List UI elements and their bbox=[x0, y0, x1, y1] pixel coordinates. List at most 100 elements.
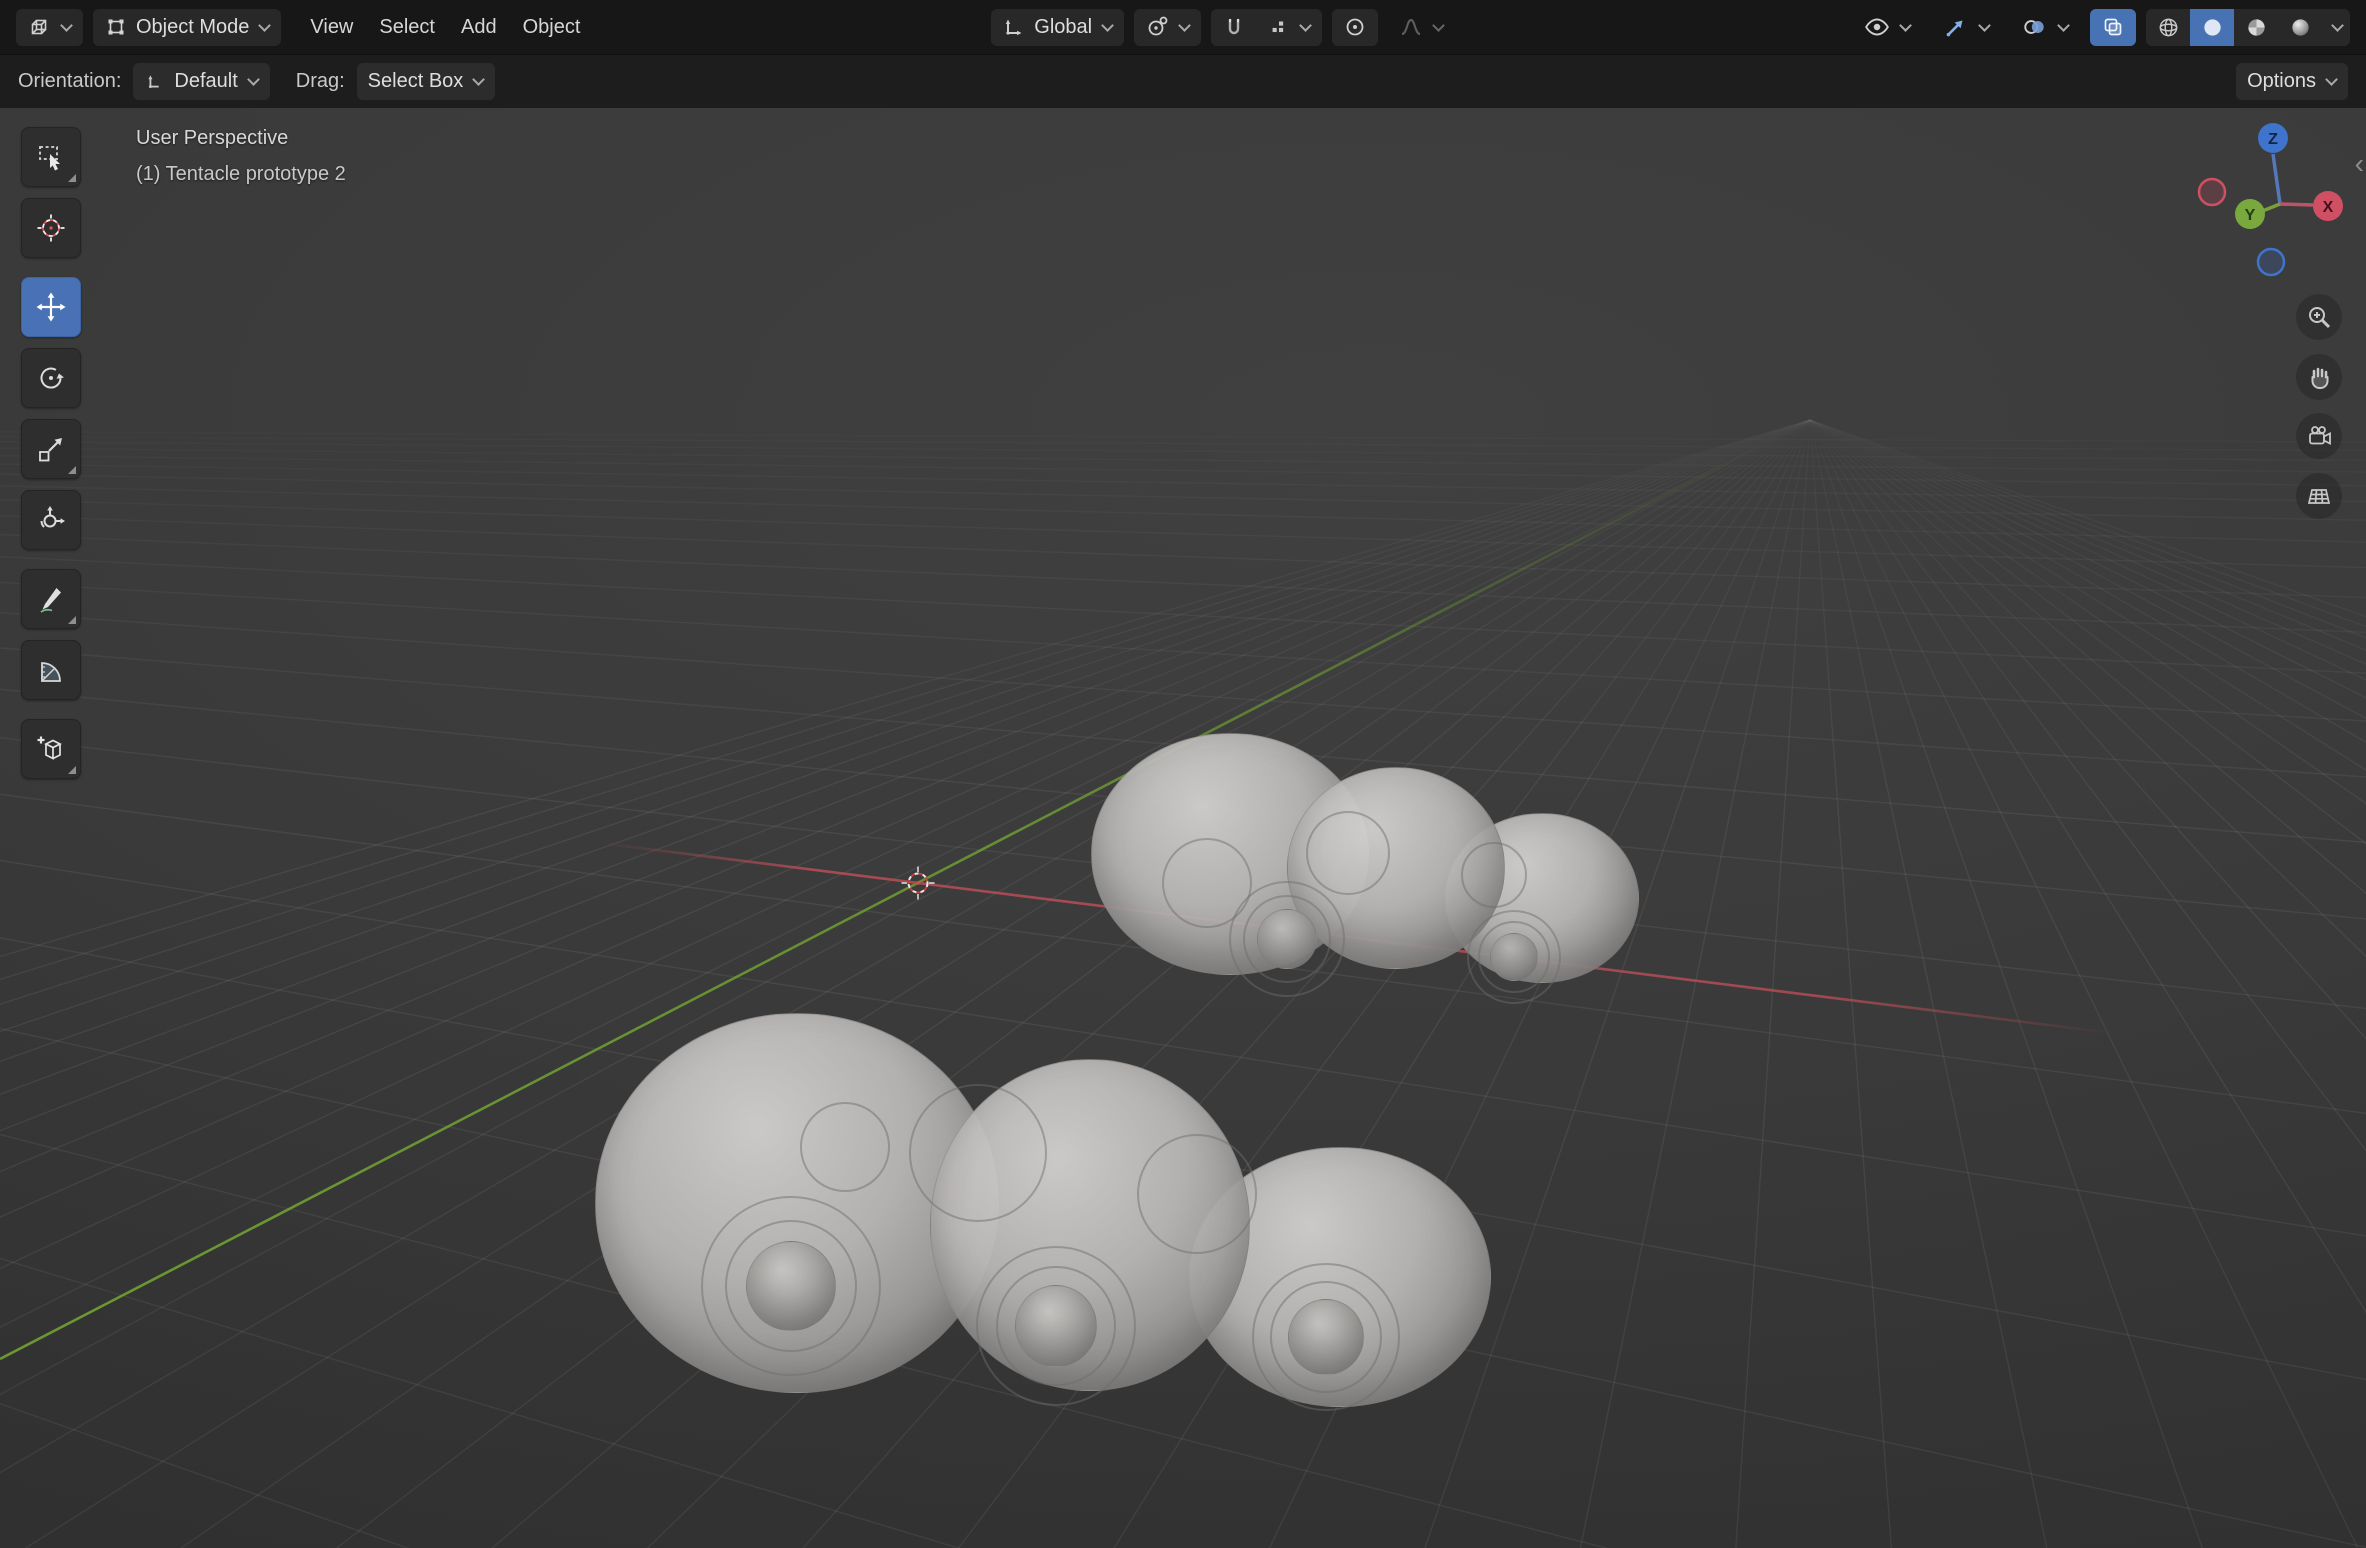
metaball-bump bbox=[1288, 1299, 1364, 1375]
wire-ring bbox=[909, 1084, 1047, 1222]
proportional-editing-toggle[interactable] bbox=[1332, 9, 1378, 46]
eye-icon bbox=[1864, 14, 1890, 40]
metaball-bump bbox=[1490, 933, 1538, 981]
drag-value-dropdown[interactable]: Select Box bbox=[357, 63, 496, 100]
editor-type-selector[interactable] bbox=[16, 9, 83, 46]
wire-ring bbox=[1461, 842, 1527, 908]
chevron-down-icon bbox=[1978, 19, 1991, 32]
proportional-falloff-dropdown[interactable] bbox=[1388, 9, 1455, 46]
chevron-down-icon bbox=[1299, 19, 1312, 32]
metaball-bump bbox=[1257, 909, 1317, 969]
gizmo-neg-x-ball bbox=[2199, 179, 2225, 205]
orientation-label: Global bbox=[1034, 16, 1092, 39]
pan-button[interactable] bbox=[2296, 354, 2342, 400]
move-tool-icon bbox=[35, 291, 67, 323]
orientation-default-icon bbox=[144, 71, 166, 93]
viewport-info-text: User Perspective (1) Tentacle prototype … bbox=[136, 120, 346, 192]
shading-options-dropdown[interactable] bbox=[2322, 9, 2350, 46]
tool-move[interactable] bbox=[21, 277, 81, 337]
viewport-header: Object Mode View Select Add Object Globa… bbox=[0, 0, 2366, 54]
tool-settings-bar: Orientation: Default Drag: Select Box Op… bbox=[0, 54, 2366, 108]
object-mode-icon bbox=[104, 15, 128, 39]
shading-rendered-button[interactable] bbox=[2278, 9, 2322, 46]
shading-wireframe-button[interactable] bbox=[2146, 9, 2190, 46]
mode-dropdown[interactable]: Object Mode bbox=[93, 9, 281, 46]
snap-settings-dropdown[interactable] bbox=[1257, 9, 1322, 46]
drag-value: Select Box bbox=[368, 70, 464, 93]
annotate-pen-icon bbox=[35, 583, 67, 615]
shading-solid-button[interactable] bbox=[2190, 9, 2234, 46]
options-dropdown[interactable]: Options bbox=[2236, 63, 2348, 100]
cursor-3d[interactable] bbox=[900, 865, 936, 901]
pivot-point-dropdown[interactable] bbox=[1134, 9, 1201, 46]
toolbar bbox=[21, 127, 81, 779]
subtool-indicator bbox=[68, 174, 76, 182]
tool-cursor[interactable] bbox=[21, 198, 81, 258]
chevron-down-icon bbox=[1899, 19, 1912, 32]
tool-transform[interactable] bbox=[21, 490, 81, 550]
gizmos-dropdown[interactable] bbox=[1932, 9, 2001, 46]
subtool-indicator bbox=[68, 466, 76, 474]
viewport-3d[interactable]: User Perspective (1) Tentacle prototype … bbox=[0, 108, 2366, 1548]
metaball-bump bbox=[746, 1241, 836, 1331]
menu-select[interactable]: Select bbox=[366, 9, 448, 46]
cursor-tool-icon bbox=[35, 212, 67, 244]
subtool-indicator bbox=[68, 766, 76, 774]
select-box-icon bbox=[35, 141, 67, 173]
ortho-grid-icon bbox=[2305, 482, 2333, 510]
shading-mode-group bbox=[2146, 9, 2350, 46]
tool-annotate[interactable] bbox=[21, 569, 81, 629]
magnet-icon bbox=[1222, 15, 1246, 39]
object-visibility-dropdown[interactable] bbox=[1853, 9, 1922, 46]
chevron-down-icon bbox=[1432, 19, 1445, 32]
chevron-down-icon bbox=[2331, 19, 2344, 32]
wireframe-sphere-icon bbox=[2157, 16, 2180, 39]
snap-target-icon bbox=[1268, 16, 1290, 38]
tool-scale[interactable] bbox=[21, 419, 81, 479]
tool-select-box[interactable] bbox=[21, 127, 81, 187]
rendered-sphere-icon bbox=[2289, 16, 2312, 39]
measure-tool-icon bbox=[35, 654, 67, 686]
sidebar-collapse-arrow[interactable]: ‹ bbox=[2355, 150, 2364, 178]
solid-sphere-icon bbox=[2201, 16, 2224, 39]
overlays-dropdown[interactable] bbox=[2011, 9, 2080, 46]
chevron-down-icon bbox=[247, 73, 260, 86]
chevron-down-icon bbox=[1178, 19, 1191, 32]
xray-toggle[interactable] bbox=[2090, 9, 2136, 46]
metaball-bump bbox=[1015, 1285, 1097, 1367]
tool-measure[interactable] bbox=[21, 640, 81, 700]
chevron-down-icon bbox=[259, 19, 272, 32]
menu-add[interactable]: Add bbox=[448, 9, 510, 46]
orientation-dropdown[interactable]: Global bbox=[991, 9, 1124, 46]
gizmo-neg-z-ball bbox=[2258, 249, 2284, 275]
navigation-gizmo[interactable]: Z Y X bbox=[2182, 114, 2352, 284]
toggle-ortho-button[interactable] bbox=[2296, 473, 2342, 519]
chevron-down-icon bbox=[2057, 19, 2070, 32]
chevron-down-icon bbox=[1101, 19, 1114, 32]
menubar: View Select Add Object bbox=[297, 9, 593, 46]
camera-view-button[interactable] bbox=[2296, 413, 2342, 459]
falloff-curve-icon bbox=[1399, 15, 1423, 39]
menu-view[interactable]: View bbox=[297, 9, 366, 46]
active-object-label: (1) Tentacle prototype 2 bbox=[136, 156, 346, 192]
tool-rotate[interactable] bbox=[21, 348, 81, 408]
rotate-tool-icon bbox=[35, 362, 67, 394]
orientation-value-dropdown[interactable]: Default bbox=[133, 63, 269, 100]
chevron-down-icon bbox=[2325, 73, 2338, 86]
xray-icon bbox=[2101, 15, 2125, 39]
subtool-indicator bbox=[68, 616, 76, 624]
wire-ring bbox=[1137, 1134, 1257, 1254]
pivot-point-icon bbox=[1145, 15, 1169, 39]
blender-window: Object Mode View Select Add Object Globa… bbox=[0, 0, 2366, 1548]
tool-add-cube[interactable] bbox=[21, 719, 81, 779]
camera-icon bbox=[2305, 422, 2333, 450]
snap-toggle[interactable] bbox=[1211, 9, 1257, 46]
menu-object[interactable]: Object bbox=[510, 9, 594, 46]
shading-material-button[interactable] bbox=[2234, 9, 2278, 46]
gizmo-y-label: Y bbox=[2245, 207, 2256, 224]
zoom-magnifier-icon bbox=[2305, 303, 2333, 331]
editor-type-icon bbox=[27, 15, 51, 39]
wire-ring bbox=[800, 1102, 890, 1192]
pan-hand-icon bbox=[2305, 363, 2333, 391]
zoom-button[interactable] bbox=[2296, 294, 2342, 340]
